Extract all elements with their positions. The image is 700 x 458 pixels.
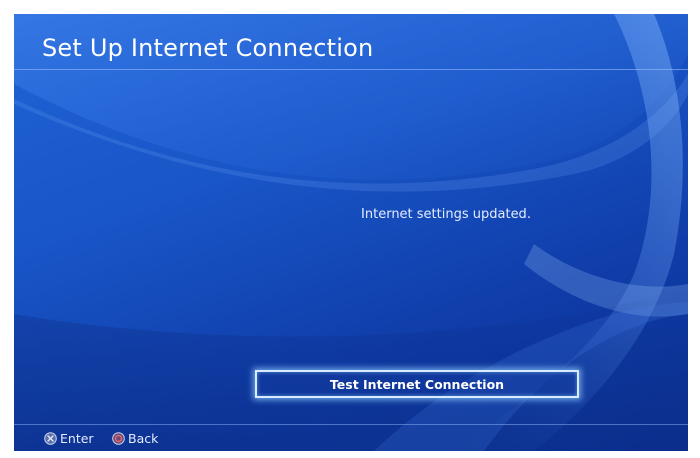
window-frame: Set Up Internet Connection Internet sett… — [0, 0, 700, 458]
header-bar: Set Up Internet Connection — [14, 14, 688, 70]
enter-hint[interactable]: Enter — [44, 431, 94, 446]
test-internet-connection-label: Test Internet Connection — [329, 376, 505, 392]
back-label: Back — [128, 431, 159, 446]
test-internet-connection-button[interactable]: Test Internet Connection — [255, 370, 579, 398]
back-hint[interactable]: Back — [112, 431, 158, 446]
enter-label: Enter — [60, 431, 94, 446]
header-divider — [14, 69, 688, 70]
page-title: Set Up Internet Connection — [42, 34, 374, 62]
circle-button-icon — [112, 432, 125, 445]
cross-button-icon — [44, 432, 57, 445]
status-message: Internet settings updated. — [361, 207, 531, 222]
button-hints-bar: Enter Back — [14, 425, 688, 451]
ps4-settings-screen: Set Up Internet Connection Internet sett… — [14, 14, 688, 451]
